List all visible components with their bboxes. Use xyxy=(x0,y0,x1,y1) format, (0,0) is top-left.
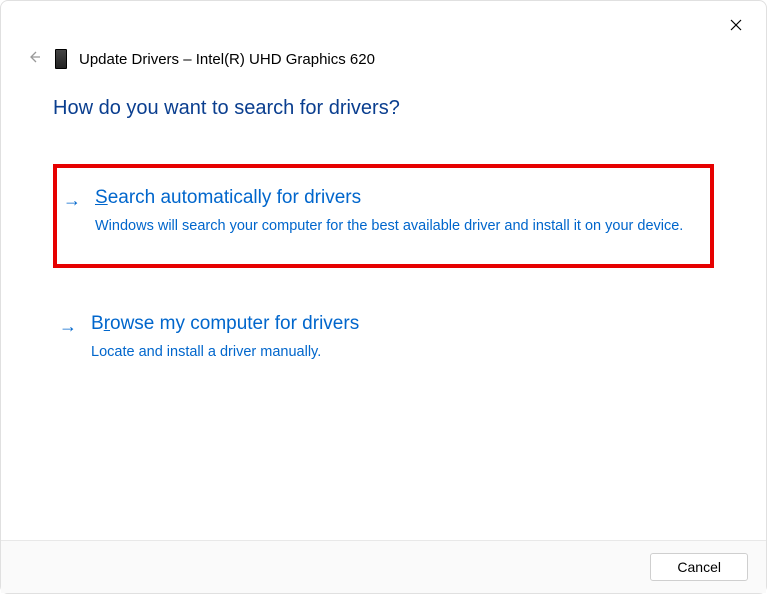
option-text: Browse my computer for drivers Locate an… xyxy=(91,312,704,362)
back-button[interactable] xyxy=(25,50,43,69)
arrow-right-icon: → xyxy=(63,188,81,212)
option-description: Windows will search your computer for th… xyxy=(95,216,700,236)
close-icon xyxy=(730,19,742,31)
option-search-automatically[interactable]: → Search automatically for drivers Windo… xyxy=(53,164,714,268)
dialog-content: How do you want to search for drivers? →… xyxy=(1,79,766,540)
option-title: Browse my computer for drivers xyxy=(91,312,704,336)
option-browse-computer[interactable]: → Browse my computer for drivers Locate … xyxy=(53,294,714,380)
dialog-title: Update Drivers – Intel(R) UHD Graphics 6… xyxy=(79,51,375,68)
back-arrow-icon xyxy=(27,50,41,64)
cancel-button[interactable]: Cancel xyxy=(650,553,748,581)
dialog-footer: Cancel xyxy=(1,540,766,593)
option-text: Search automatically for drivers Windows… xyxy=(95,186,700,236)
dialog-header: Update Drivers – Intel(R) UHD Graphics 6… xyxy=(1,1,766,79)
close-button[interactable] xyxy=(724,13,748,37)
device-icon xyxy=(55,49,67,69)
update-drivers-dialog: Update Drivers – Intel(R) UHD Graphics 6… xyxy=(0,0,767,594)
option-title: Search automatically for drivers xyxy=(95,186,700,210)
arrow-right-icon: → xyxy=(59,314,77,338)
question-heading: How do you want to search for drivers? xyxy=(53,97,714,120)
option-description: Locate and install a driver manually. xyxy=(91,342,704,362)
